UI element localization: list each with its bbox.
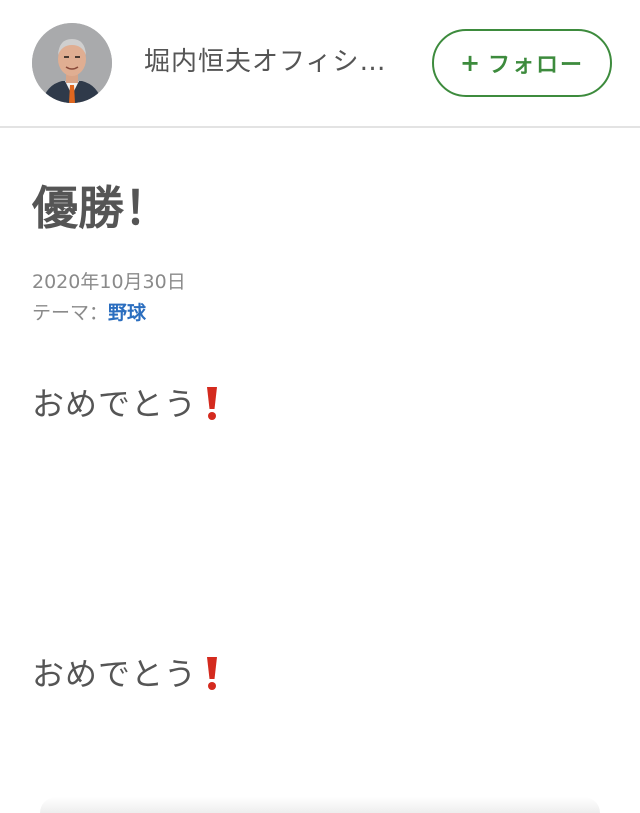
article-theme: テーマ：野球: [32, 299, 146, 327]
theme-link[interactable]: 野球: [108, 302, 146, 324]
exclamation-icon: [205, 655, 219, 691]
exclamation-icon: [205, 385, 219, 421]
article-date: 2020年10月30日: [32, 271, 186, 293]
avatar-photo-icon: [32, 23, 112, 103]
avatar[interactable]: [32, 23, 112, 103]
follow-button[interactable]: + フォロー: [432, 29, 612, 97]
article-title: 優勝！: [32, 181, 170, 235]
article-body-line: おめでとう: [32, 382, 219, 426]
theme-label: テーマ：: [32, 302, 109, 324]
body-text: おめでとう: [32, 655, 198, 693]
blog-header: 堀内恒夫オフィシ… + フォロー: [0, 0, 640, 128]
follow-button-label: フォロー: [488, 53, 585, 78]
plus-icon: +: [459, 49, 483, 77]
bottom-bar-shadow: [40, 797, 600, 813]
blog-article-page: 堀内恒夫オフィシ… + フォロー 優勝！ 2020年10月30日 テーマ：野球 …: [0, 0, 640, 813]
body-text: おめでとう: [32, 385, 198, 423]
article-body-line: おめでとう: [32, 652, 219, 696]
blog-name[interactable]: 堀内恒夫オフィシ…: [144, 44, 402, 80]
